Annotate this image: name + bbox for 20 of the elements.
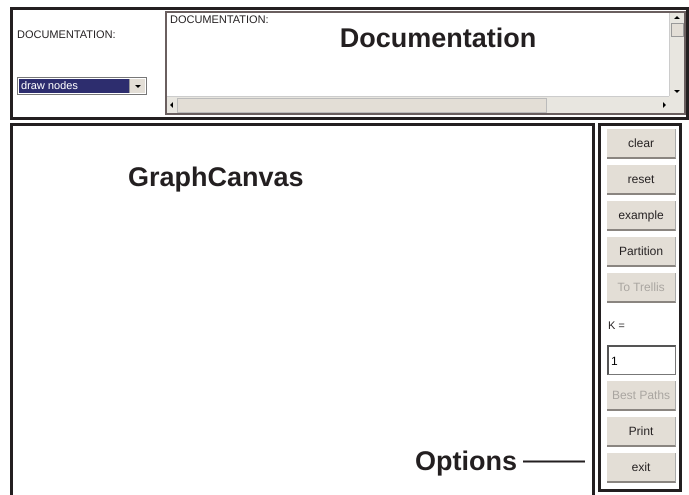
options-annotation: Options [415,446,517,477]
k-input-field[interactable]: 1 [607,345,676,375]
documentation-text-area[interactable]: DOCUMENTATION: Documentation [165,11,686,115]
option-button[interactable]: Print [607,417,676,447]
leader-line [523,460,585,463]
documentation-title: Documentation [338,23,538,54]
option-button[interactable]: reset [607,165,676,195]
k-label: K = [607,319,626,334]
option-button[interactable]: example [607,201,676,231]
option-button[interactable]: clear [607,129,676,159]
documentation-header: DOCUMENTATION: [170,14,270,26]
documentation-label: DOCUMENTATION: [17,29,117,41]
vertical-scrollbar[interactable] [669,13,684,96]
option-button[interactable]: Partition [607,237,676,267]
mode-dropdown[interactable]: draw nodes [17,77,147,95]
canvas-title: GraphCanvas [128,162,304,193]
horizontal-scrollbar[interactable] [167,96,669,113]
scroll-thumb[interactable] [177,98,547,112]
option-button[interactable]: exit [607,453,676,483]
scroll-thumb[interactable] [670,23,684,37]
